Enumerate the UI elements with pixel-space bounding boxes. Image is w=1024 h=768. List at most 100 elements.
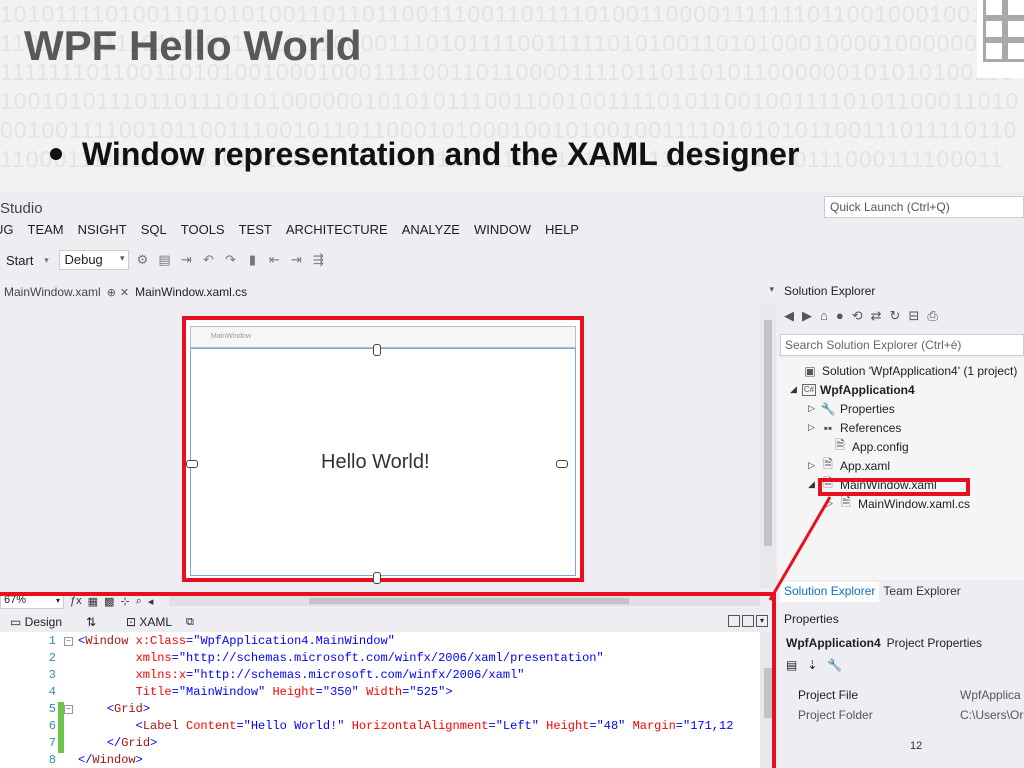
refresh-icon[interactable]: ↻ xyxy=(890,308,901,330)
attach-icon[interactable]: ⚙ xyxy=(133,251,151,269)
configuration-dropdown[interactable]: Debug ▾ xyxy=(59,250,130,270)
tree-item[interactable]: ▷ 🗎 App.xaml xyxy=(808,456,890,475)
collapse-pane-icon[interactable]: ▾ xyxy=(756,615,768,627)
align-icon[interactable]: ▤ xyxy=(155,251,173,269)
menu-item-test[interactable]: TEST xyxy=(239,222,272,244)
code-line[interactable]: 8 </Window> xyxy=(0,753,760,768)
code-line[interactable]: 2 xmlns="http://schemas.microsoft.com/wi… xyxy=(0,651,760,668)
designer-window-client[interactable]: Hello World! xyxy=(190,348,576,576)
menu-item-sql[interactable]: SQL xyxy=(141,222,167,244)
designer-vertical-scrollbar[interactable] xyxy=(760,304,776,588)
menu-item-architecture[interactable]: ARCHITECTURE xyxy=(286,222,388,244)
pin-icon[interactable]: ⊕ xyxy=(105,286,118,299)
forward-icon[interactable]: ▶ xyxy=(802,308,812,330)
resize-handle-right[interactable] xyxy=(556,460,568,468)
sync-icon[interactable]: ⇄ xyxy=(871,308,882,330)
chevron-down-icon[interactable]: ▾ xyxy=(37,251,55,269)
tree-item[interactable]: ◢ 🗎 MainWindow.xaml xyxy=(808,475,937,494)
popout-icon[interactable]: ⧉ xyxy=(186,616,194,629)
code-line[interactable]: 3 xmlns:x="http://schemas.microsoft.com/… xyxy=(0,668,760,685)
split-layout-buttons: ▾ xyxy=(728,615,768,627)
resize-handle-bottom[interactable] xyxy=(373,572,381,584)
slide-title: WPF Hello World xyxy=(24,22,362,69)
expand-arrow-icon[interactable]: ◢ xyxy=(790,384,802,395)
fold-toggle-icon[interactable]: − xyxy=(64,637,73,646)
close-icon[interactable]: ✕ xyxy=(118,286,131,299)
tree-item[interactable]: ◢ C# WpfApplication4 xyxy=(790,380,915,399)
indent-icon[interactable]: ⇥ xyxy=(177,251,195,269)
tab-mainwindow-xaml-cs[interactable]: MainWindow.xaml.cs xyxy=(131,285,251,299)
redo-icon[interactable]: ↷ xyxy=(221,251,239,269)
tree-item[interactable]: ▷ 🔧 Properties xyxy=(808,399,895,418)
annotation-icon[interactable]: ⌕ xyxy=(136,595,142,608)
tab-solution-explorer[interactable]: Solution Explorer xyxy=(780,582,880,602)
categorized-icon[interactable]: ▤ xyxy=(786,658,797,672)
designer-horizontal-scrollbar[interactable] xyxy=(169,596,760,606)
chevron-down-icon[interactable]: ▾ xyxy=(769,284,774,295)
snap-lines-icon[interactable]: ⊹ xyxy=(120,595,129,608)
tab-team-explorer[interactable]: Team Explorer xyxy=(879,582,964,602)
undo-icon[interactable]: ↶ xyxy=(199,251,217,269)
globe-icon[interactable]: ● xyxy=(836,308,844,330)
horizontal-split-icon[interactable] xyxy=(742,615,754,627)
tab-mainwindow-xaml[interactable]: MainWindow.xaml xyxy=(0,285,105,299)
next-bookmark-icon[interactable]: ⇥ xyxy=(287,251,305,269)
scroll-left-icon[interactable]: ◂ xyxy=(148,595,154,608)
expand-arrow-icon[interactable]: ▷ xyxy=(808,422,820,433)
code-line[interactable]: 6 <Label Content="Hello World!" Horizont… xyxy=(0,719,760,736)
resize-handle-left[interactable] xyxy=(186,460,198,468)
tree-item[interactable]: ▣ Solution 'WpfApplication4' (1 project) xyxy=(790,361,1017,380)
chevron-down-icon: ▾ xyxy=(55,596,60,605)
prev-bookmark-icon[interactable]: ⇤ xyxy=(265,251,283,269)
code-line[interactable]: 5− <Grid> xyxy=(0,702,760,719)
history-icon[interactable]: ⟲ xyxy=(852,308,863,330)
vertical-split-icon[interactable] xyxy=(728,615,740,627)
menu-item-tools[interactable]: TOOLS xyxy=(181,222,225,244)
menu-item-team[interactable]: TEAM xyxy=(28,222,64,244)
fold-toggle-icon[interactable]: − xyxy=(64,705,73,714)
property-row[interactable]: Project Folder C:\Users\Or xyxy=(780,706,1024,726)
bookmark-icon[interactable]: ▮ xyxy=(243,251,261,269)
code-line[interactable]: 7 </Grid> xyxy=(0,736,760,753)
menu-item-analyze[interactable]: ANALYZE xyxy=(402,222,460,244)
start-button[interactable]: Start xyxy=(6,253,33,268)
snap-grid-icon[interactable]: ▩ xyxy=(104,595,114,608)
tree-item[interactable]: ▷ ▪▪ References xyxy=(808,418,901,437)
menu-item-ug[interactable]: UG xyxy=(0,222,14,244)
expand-arrow-icon[interactable]: ▷ xyxy=(808,403,820,414)
hello-world-label[interactable]: Hello World! xyxy=(321,451,430,474)
xaml-designer-surface[interactable]: MainWindow Hello World! xyxy=(0,304,760,588)
home-icon[interactable]: ⌂ xyxy=(820,308,828,330)
clear-bookmark-icon[interactable]: ⇶ xyxy=(309,251,327,269)
scroll-thumb[interactable] xyxy=(309,598,630,604)
expand-arrow-icon[interactable]: ▷ xyxy=(808,460,820,471)
alphabetical-icon[interactable]: ⇣ xyxy=(807,658,817,672)
grid-icon[interactable]: ▦ xyxy=(88,595,98,608)
zoom-dropdown[interactable]: 67% ▾ xyxy=(0,593,64,609)
wrench-icon[interactable]: 🔧 xyxy=(827,658,842,672)
code-line[interactable]: 1− <Window x:Class="WpfApplication4.MainW… xyxy=(0,634,760,651)
menu-item-window[interactable]: WINDOW xyxy=(474,222,531,244)
design-tab[interactable]: ▭ Design xyxy=(10,615,86,629)
quick-launch-input[interactable]: Quick Launch (Ctrl+Q) xyxy=(824,196,1024,218)
property-row[interactable]: Project File WpfApplica xyxy=(780,686,1024,706)
code-line[interactable]: 4 Title="MainWindow" Height="350" Width=… xyxy=(0,685,760,702)
solution-explorer-search[interactable]: Search Solution Explorer (Ctrl+é) xyxy=(780,334,1024,356)
resize-handle-top[interactable] xyxy=(373,344,381,356)
menu-item-nsight[interactable]: NSIGHT xyxy=(78,222,127,244)
xaml-tab[interactable]: ⊡ XAML xyxy=(126,615,186,629)
menu-item-help[interactable]: HELP xyxy=(545,222,579,244)
collapse-all-icon[interactable]: ⊟ xyxy=(908,308,919,330)
xaml-code-editor[interactable]: 1− <Window x:Class="WpfApplication4.MainW… xyxy=(0,632,760,768)
tree-item[interactable]: ▷ 🗎 MainWindow.xaml.cs xyxy=(826,494,970,513)
tree-item[interactable]: 🗎 App.config xyxy=(820,437,909,456)
swap-panes-button[interactable]: ⇅ xyxy=(86,615,126,629)
properties-icon[interactable]: ⎙ xyxy=(927,308,937,330)
formula-icon[interactable]: ƒx xyxy=(70,595,82,607)
expand-arrow-icon[interactable]: ◢ xyxy=(808,479,820,490)
scroll-thumb[interactable] xyxy=(764,668,772,718)
code-vertical-scrollbar[interactable] xyxy=(760,632,776,768)
expand-arrow-icon[interactable]: ▷ xyxy=(826,498,838,509)
scroll-thumb[interactable] xyxy=(764,320,772,546)
back-icon[interactable]: ◀ xyxy=(784,308,794,330)
